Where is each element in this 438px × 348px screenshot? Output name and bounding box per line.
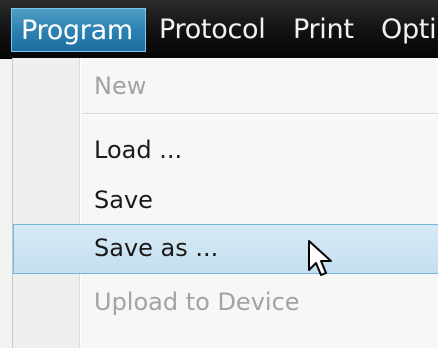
menu-bar: Program Protocol Print Opti bbox=[0, 0, 438, 59]
arrow-pointer-icon bbox=[308, 240, 332, 276]
menu-separator-highlight bbox=[82, 114, 438, 115]
menu-options[interactable]: Opti bbox=[381, 8, 437, 52]
menu-item-load-label: Load ... bbox=[94, 136, 183, 164]
menu-protocol[interactable]: Protocol bbox=[159, 8, 266, 52]
menu-program[interactable]: Program bbox=[11, 8, 146, 52]
menu-item-save-as-label: Save as ... bbox=[94, 234, 219, 262]
menu-item-new-label: New bbox=[94, 72, 147, 100]
menu-item-save-label: Save bbox=[94, 186, 153, 214]
menu-item-upload-to-device: Upload to Device bbox=[13, 278, 438, 326]
menu-item-save[interactable]: Save bbox=[13, 176, 438, 224]
program-dropdown-menu: New Load ... Save Save as ... Upload to … bbox=[12, 58, 438, 348]
menu-item-save-as[interactable]: Save as ... bbox=[13, 224, 438, 274]
menu-print[interactable]: Print bbox=[293, 8, 354, 52]
menu-item-new: New bbox=[13, 62, 438, 110]
menu-item-upload-to-device-label: Upload to Device bbox=[94, 288, 300, 316]
menu-item-load[interactable]: Load ... bbox=[13, 126, 438, 174]
